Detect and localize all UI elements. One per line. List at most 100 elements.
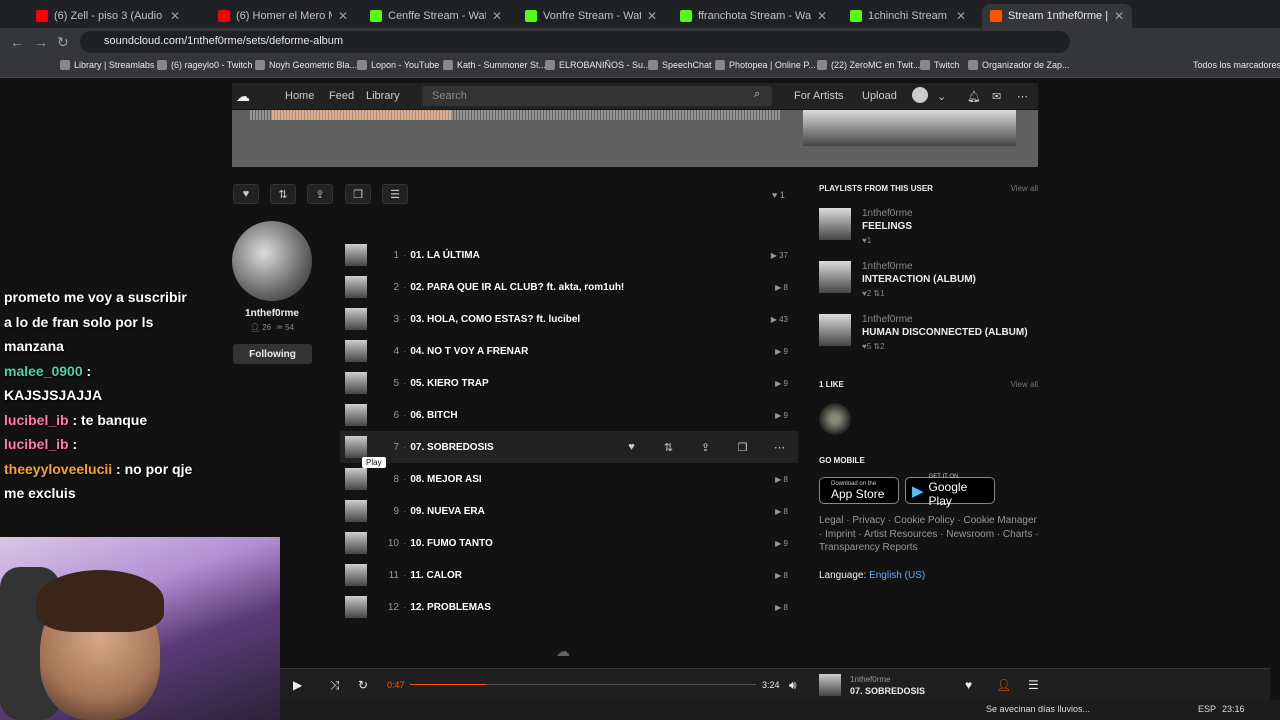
track-title[interactable]: 05. KIERO TRAP	[410, 378, 775, 389]
search-icon[interactable]: ⌕	[754, 88, 760, 101]
playlist-title[interactable]: HUMAN DISCONNECTED (ALBUM)	[862, 327, 1028, 338]
bookmark-item[interactable]: (6) rageylo0 - Twitch	[157, 60, 252, 70]
bookmark-item[interactable]: (22) ZeroMC en Twit...	[817, 60, 920, 70]
clock[interactable]: 23:16	[1222, 704, 1245, 714]
language-value[interactable]: English (US)	[869, 570, 925, 581]
track-row[interactable]: 10 · 10. FUMO TANTO ▶ 9	[340, 527, 798, 559]
user-avatar[interactable]	[232, 221, 312, 301]
legal-links[interactable]: Legal · Privacy · Cookie Policy · Cookie…	[819, 514, 1039, 555]
track-row[interactable]: 3 · 03. HOLA, COMO ESTAS? ft. lucibel ▶ 43	[340, 303, 798, 335]
bookmark-item[interactable]: Photopea | Online P...	[715, 60, 816, 70]
share-icon[interactable]: ⇪	[687, 441, 724, 454]
more-icon[interactable]: ⋯	[1017, 90, 1028, 103]
user-name[interactable]: 1nthef0rme	[232, 308, 312, 319]
playlist-user[interactable]: 1nthef0rme	[862, 314, 913, 325]
track-row[interactable]: 4 · 04. NO T VOY A FRENAR ▶ 9	[340, 335, 798, 367]
track-title[interactable]: 04. NO T VOY A FRENAR	[410, 346, 775, 357]
playlists-view-all[interactable]: View all	[1011, 184, 1038, 193]
close-icon[interactable]: ✕	[492, 9, 502, 23]
heart-icon[interactable]: ♥	[613, 441, 650, 453]
bookmark-item[interactable]: Noyh Geometric Bla...	[255, 60, 357, 70]
playlist-title[interactable]: FEELINGS	[862, 221, 912, 232]
bookmark-item[interactable]: Library | Streamlabs	[60, 60, 154, 70]
browser-tab[interactable]: Cenffe Stream - Watch Live o ✕	[362, 4, 510, 28]
avatar[interactable]	[912, 87, 928, 103]
track-thumbnail[interactable]	[345, 468, 367, 490]
copy-link-button[interactable]: ❐	[345, 184, 371, 204]
bookmark-item[interactable]: ELROBANIÑOS - Su...	[545, 60, 651, 70]
queue-icon[interactable]: ☰	[1028, 678, 1039, 692]
google-play-button[interactable]: ▶ GET IT ON Google Play	[905, 474, 995, 508]
nav-library[interactable]: Library	[366, 90, 400, 102]
track-thumbnail[interactable]	[345, 308, 367, 330]
play-icon[interactable]: ▶	[293, 678, 302, 692]
playlist-item[interactable]: 1nthef0rme FEELINGS ♥1	[819, 208, 1038, 258]
repost-button[interactable]: ⇅	[270, 184, 296, 204]
track-title[interactable]: 06. BITCH	[410, 410, 775, 421]
follow-icon[interactable]: 👤︎	[996, 678, 1011, 692]
close-icon[interactable]: ✕	[170, 9, 180, 23]
reload-icon[interactable]: ↻	[57, 34, 69, 51]
playlist-item[interactable]: 1nthef0rme INTERACTION (ALBUM) ♥2 ⇅1	[819, 261, 1038, 311]
url-field[interactable]: soundcloud.com/1nthef0rme/sets/deforme-a…	[80, 31, 1070, 53]
bookmark-item[interactable]: Kath - Summoner St...	[443, 60, 546, 70]
track-thumbnail[interactable]	[345, 596, 367, 618]
search-input[interactable]: Search	[422, 86, 772, 106]
track-thumbnail[interactable]	[345, 372, 367, 394]
soundcloud-logo-icon[interactable]: ☁	[236, 88, 250, 105]
add-to-next-up-button[interactable]: ☰	[382, 184, 408, 204]
track-title[interactable]: 12. PROBLEMAS	[410, 602, 775, 613]
browser-tab[interactable]: Vonfre Stream - Watch Li ✕	[517, 4, 665, 28]
track-title[interactable]: 01. LA ÚLTIMA	[410, 250, 770, 261]
track-title[interactable]: 07. SOBREDOSIS	[410, 442, 613, 453]
browser-tab[interactable]: ffranchota Stream - Watch ✕	[672, 4, 835, 28]
track-row[interactable]: 1 · 01. LA ÚLTIMA ▶ 37	[340, 239, 798, 271]
bell-icon[interactable]: 🔔︎	[967, 90, 981, 103]
track-title[interactable]: 11. CALOR	[410, 570, 775, 581]
track-row[interactable]: 9 · 09. NUEVA ERA ▶ 8	[340, 495, 798, 527]
track-row[interactable]: 7 · 07. SOBREDOSIS ♥ ⇅ ⇪ ❐ ⋯	[340, 431, 798, 463]
player-title[interactable]: 07. SOBREDOSIS	[850, 686, 925, 696]
playlist-thumbnail[interactable]	[819, 261, 851, 293]
track-row[interactable]: 11 · 11. CALOR ▶ 8	[340, 559, 798, 591]
back-icon[interactable]: ←	[10, 34, 24, 50]
track-title[interactable]: 10. FUMO TANTO	[410, 538, 775, 549]
app-store-button[interactable]: Download on the App Store	[819, 477, 899, 504]
browser-tab[interactable]: Stream 1nthef0rme | Liste ✕	[982, 4, 1132, 28]
playlist-user[interactable]: 1nthef0rme	[862, 261, 913, 272]
track-title[interactable]: 03. HOLA, COMO ESTAS? ft. lucibel	[410, 314, 770, 325]
playlist-thumbnail[interactable]	[819, 314, 851, 346]
playlist-thumbnail[interactable]	[819, 208, 851, 240]
close-icon[interactable]: ✕	[647, 9, 657, 23]
playlist-user[interactable]: 1nthef0rme	[862, 208, 913, 219]
track-title[interactable]: 02. PARA QUE IR AL CLUB? ft. akta, rom1u…	[410, 282, 775, 293]
for-artists-link[interactable]: For Artists	[794, 90, 844, 102]
likes-view-all[interactable]: View all	[1011, 380, 1038, 389]
upload-link[interactable]: Upload	[862, 90, 897, 102]
chevron-down-icon[interactable]: ⌄	[937, 90, 946, 103]
track-thumbnail[interactable]	[345, 436, 367, 458]
track-thumbnail[interactable]	[345, 564, 367, 586]
copy-icon[interactable]: ❐	[724, 441, 761, 454]
track-row[interactable]: 12 · 12. PROBLEMAS ▶ 8	[340, 591, 798, 623]
track-title[interactable]: 09. NUEVA ERA	[410, 506, 775, 517]
track-row[interactable]: 2 · 02. PARA QUE IR AL CLUB? ft. akta, rom…	[340, 271, 798, 303]
more-icon[interactable]: ⋯	[761, 441, 798, 454]
track-thumbnail[interactable]	[345, 404, 367, 426]
close-icon[interactable]: ✕	[338, 9, 348, 23]
all-bookmarks[interactable]: Todos los marcadores	[1193, 60, 1280, 70]
track-row[interactable]: 8 · 08. MEJOR ASI ▶ 8	[340, 463, 798, 495]
weather-text[interactable]: Se avecinan días lluvios...	[986, 704, 1090, 714]
nav-feed[interactable]: Feed	[329, 90, 354, 102]
mail-icon[interactable]: ✉	[992, 90, 1001, 103]
progress-bar[interactable]	[410, 684, 756, 685]
track-row[interactable]: 6 · 06. BITCH ▶ 9	[340, 399, 798, 431]
track-row[interactable]: 5 · 05. KIERO TRAP ▶ 9	[340, 367, 798, 399]
liker-avatar[interactable]	[819, 403, 851, 435]
bookmark-item[interactable]: Organizador de Zap...	[968, 60, 1070, 70]
close-icon[interactable]: ✕	[1114, 9, 1124, 23]
track-thumbnail[interactable]	[345, 500, 367, 522]
browser-tab[interactable]: 1chinchi Stream - Watch l ✕	[842, 4, 974, 28]
forward-icon[interactable]: →	[34, 34, 48, 50]
repost-icon[interactable]: ⇅	[650, 441, 687, 454]
